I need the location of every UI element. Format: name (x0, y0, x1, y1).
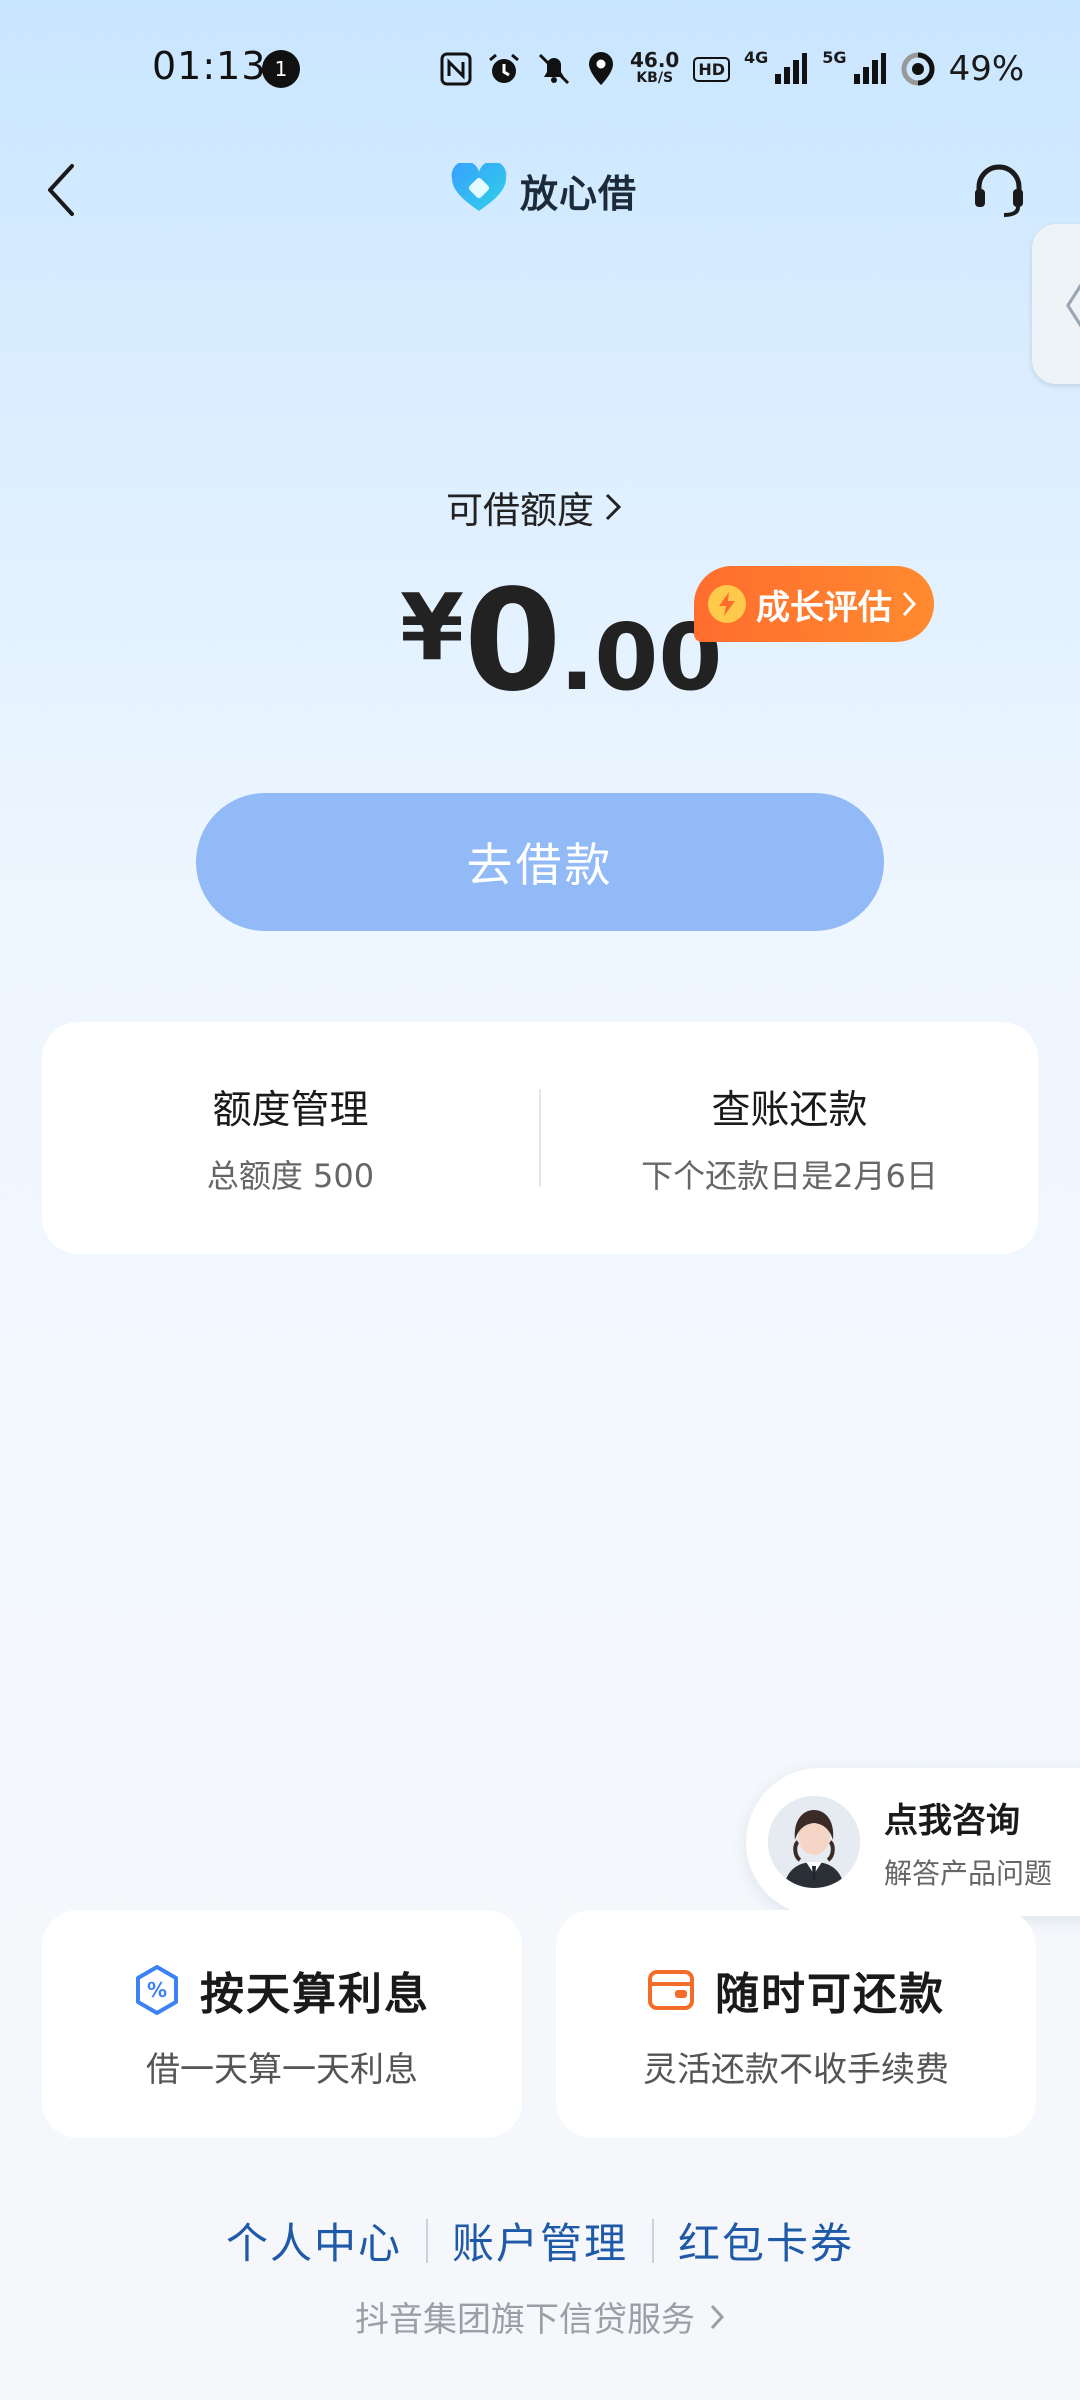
coupons-link[interactable]: 红包卡券 (654, 2210, 878, 2271)
battery-percent: 49% (948, 49, 1025, 89)
network-4g-label: 4G (744, 48, 769, 67)
chevron-left-icon (48, 164, 74, 216)
borrow-button[interactable]: 去借款 (196, 793, 884, 931)
consult-text: 点我咨询 解答产品问题 (884, 1793, 1052, 1892)
available-credit-amount: ¥ 0 .00 (400, 560, 722, 723)
percent-shield-icon: % (136, 1964, 178, 2015)
chevron-right-icon (710, 2304, 725, 2329)
svg-text:%: % (147, 1978, 167, 2002)
footer-links: 个人中心 账户管理 红包卡券 (0, 2210, 1080, 2271)
growth-assessment-badge[interactable]: 成长评估 (694, 566, 934, 642)
back-button[interactable] (36, 150, 86, 230)
wallet-icon (648, 1969, 694, 2010)
bills-repayment-entry[interactable]: 查账还款 下个还款日是2月6日 (541, 1079, 1038, 1197)
currency-symbol: ¥ (400, 574, 465, 681)
battery-icon (901, 52, 935, 86)
notification-count-badge: 1 (262, 50, 300, 88)
signal-icon-1 (774, 52, 808, 86)
feature-card-flexible-repayment: 随时可还款 灵活还款不收手续费 (556, 1910, 1036, 2138)
chevron-right-icon (902, 591, 916, 617)
account-management-link[interactable]: 账户管理 (428, 2210, 652, 2271)
alarm-icon (486, 51, 522, 87)
customer-support-button[interactable] (966, 156, 1032, 222)
app-logo: 放心借 (450, 160, 637, 220)
account-card: 额度管理 总额度 500 查账还款 下个还款日是2月6日 (42, 1022, 1038, 1254)
status-icons: 46.0 KB/S HD 4G 5G 49% (440, 46, 1024, 92)
status-bar: 01:13 1 46.0 KB/S HD 4G 5G 49% (0, 0, 1080, 140)
nfc-icon (440, 52, 472, 86)
app-title: 放心借 (520, 171, 638, 216)
status-time: 01:13 (152, 44, 267, 88)
lightning-icon (708, 585, 746, 623)
available-credit-link[interactable]: 可借额度 (446, 480, 622, 534)
signal-icon-2 (853, 52, 887, 86)
chevron-right-icon (605, 493, 622, 521)
footer-note-link[interactable]: 抖音集团旗下信贷服务 (0, 2292, 1080, 2341)
net-speed: 46.0 KB/S (630, 48, 680, 86)
mute-bell-icon (536, 51, 572, 87)
available-credit-label: 可借额度 (446, 489, 594, 532)
side-drawer-tab[interactable]: 〈 (1032, 224, 1080, 384)
footer-note-text: 抖音集团旗下信贷服务 (355, 2300, 695, 2340)
total-credit-text: 总额度 500 (206, 1157, 375, 1195)
heart-logo-icon (450, 161, 508, 217)
hd-voice-icon: HD (693, 56, 731, 82)
agent-avatar (768, 1796, 860, 1888)
amount-integer: 0 (464, 560, 561, 723)
credit-management-entry[interactable]: 额度管理 总额度 500 (42, 1079, 539, 1197)
location-icon (586, 51, 616, 87)
next-repayment-date-text: 下个还款日是2月6日 (641, 1157, 938, 1195)
feature-subtitle: 灵活还款不收手续费 (643, 2049, 949, 2090)
feature-title: 随时可还款 (715, 1968, 945, 2020)
bills-repayment-title: 查账还款 (711, 1088, 868, 1133)
credit-management-title: 额度管理 (212, 1088, 369, 1133)
feature-card-daily-interest: % 按天算利息 借一天算一天利息 (42, 1910, 522, 2138)
feature-title: 按天算利息 (200, 1968, 430, 2020)
headset-icon (975, 164, 1023, 217)
consult-floating-button[interactable]: 点我咨询 解答产品问题 (746, 1768, 1080, 1916)
growth-assessment-label: 成长评估 (756, 587, 892, 628)
consult-subtitle: 解答产品问题 (884, 1856, 1053, 1890)
personal-center-link[interactable]: 个人中心 (202, 2210, 426, 2271)
consult-title: 点我咨询 (884, 1800, 1020, 1841)
network-5g-label: 5G (822, 48, 847, 67)
feature-subtitle: 借一天算一天利息 (146, 2049, 418, 2090)
